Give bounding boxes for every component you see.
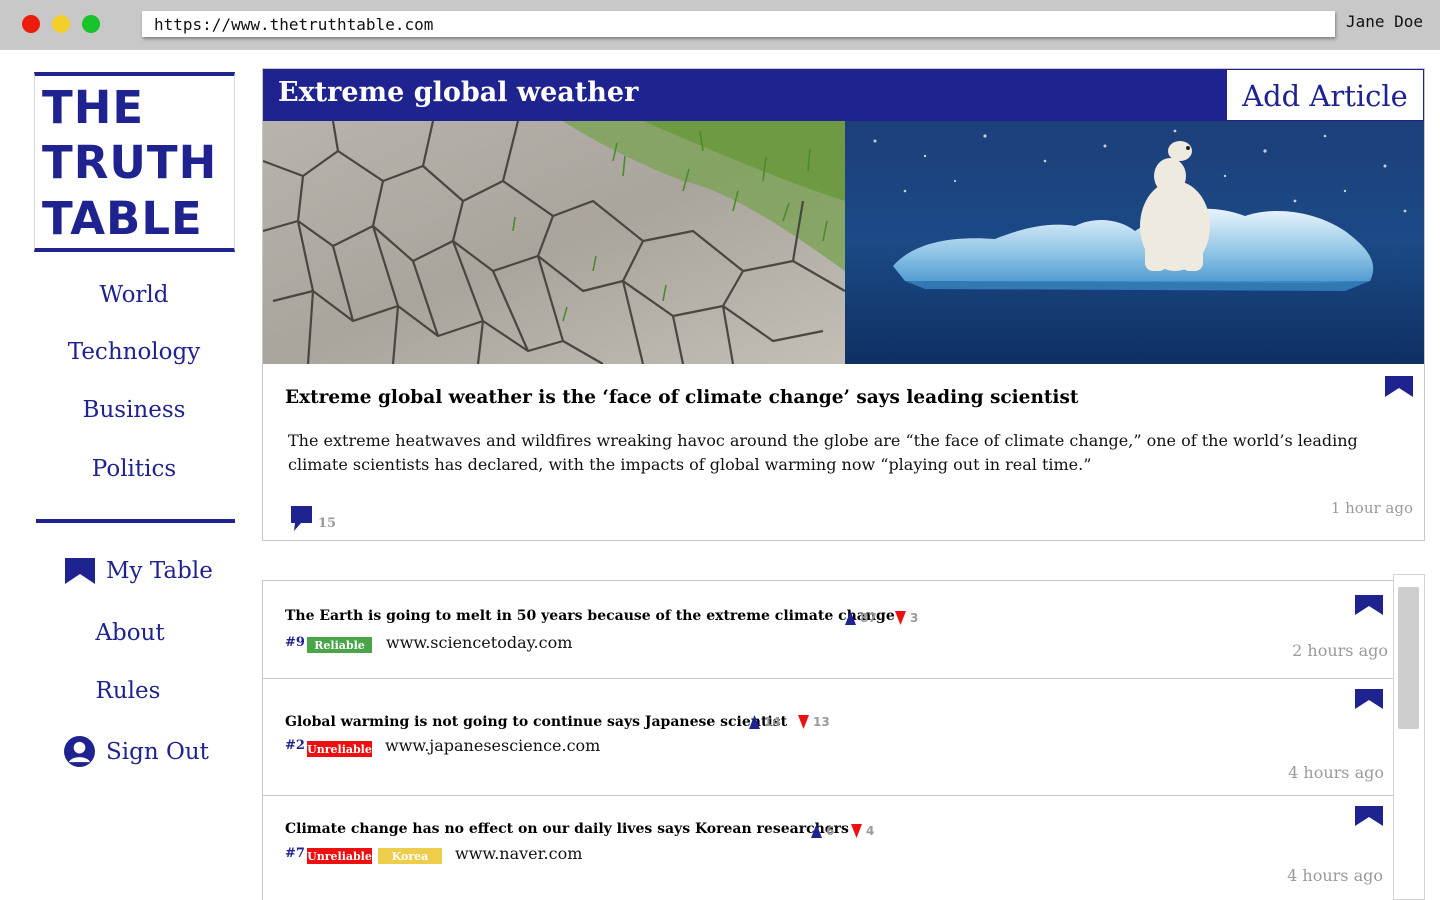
downvote-count: 3 xyxy=(910,611,919,625)
bookmark-icon xyxy=(65,558,95,584)
reliability-badge: Unreliable xyxy=(307,848,372,864)
downvote-count: 4 xyxy=(866,824,875,838)
nav-about[interactable]: About xyxy=(30,620,230,646)
upvote-count: 6 xyxy=(826,824,835,838)
feature-comments[interactable]: 15 xyxy=(291,506,336,531)
list-scrollbar[interactable] xyxy=(1393,574,1425,900)
article-rank: #9 xyxy=(285,635,305,650)
add-article-button[interactable]: Add Article xyxy=(1226,69,1424,121)
nav-technology[interactable]: Technology xyxy=(34,339,234,365)
comment-count: 15 xyxy=(318,516,337,531)
article-title[interactable]: Global warming is not going to continue … xyxy=(285,714,787,730)
upvote-button[interactable]: 87 xyxy=(845,611,877,625)
minimize-window-button[interactable] xyxy=(52,15,70,33)
logo-line-1: THE xyxy=(42,81,145,134)
article-timestamp: 2 hours ago xyxy=(1292,641,1388,660)
upvote-count: 87 xyxy=(860,611,877,625)
nav-sign-out-label: Sign Out xyxy=(106,738,209,765)
nav-politics[interactable]: Politics xyxy=(34,456,234,482)
user-icon xyxy=(64,736,95,767)
address-bar[interactable]: https://www.thetruthtable.com xyxy=(142,11,1335,37)
upvote-arrow-icon xyxy=(749,715,760,729)
article-source[interactable]: www.naver.com xyxy=(455,844,582,863)
upvote-button[interactable]: 14 xyxy=(749,715,781,729)
upvote-count: 14 xyxy=(764,715,781,729)
article-title[interactable]: Climate change has no effect on our dail… xyxy=(285,821,849,837)
drought-cracked-earth-image xyxy=(263,121,845,364)
comment-icon xyxy=(291,506,312,531)
article-row[interactable]: The Earth is going to melt in 50 years b… xyxy=(263,581,1394,679)
logo-line-2: TRUTH xyxy=(42,136,218,189)
nav-sign-out[interactable]: Sign Out xyxy=(64,736,209,767)
featured-story: Extreme global weather Add Article Extre… xyxy=(262,68,1425,541)
close-window-button[interactable] xyxy=(22,15,40,33)
article-source[interactable]: www.sciencetoday.com xyxy=(386,633,572,652)
feature-headline[interactable]: Extreme global weather is the ‘face of c… xyxy=(285,387,1078,408)
article-rank: #7 xyxy=(285,846,305,861)
reliability-badge: Reliable xyxy=(307,637,372,653)
section-header: Extreme global weather Add Article xyxy=(263,69,1424,121)
site-logo[interactable]: THE TRUTH TABLE xyxy=(34,72,235,252)
feature-timestamp: 1 hour ago xyxy=(1330,499,1413,517)
article-timestamp: 4 hours ago xyxy=(1288,763,1384,782)
article-row[interactable]: Global warming is not going to continue … xyxy=(263,679,1394,796)
nav-rules[interactable]: Rules xyxy=(28,678,228,704)
scrollbar-thumb[interactable] xyxy=(1398,587,1419,729)
bookmark-icon[interactable] xyxy=(1355,595,1383,615)
article-row[interactable]: Climate change has no effect on our dail… xyxy=(263,796,1394,900)
downvote-button[interactable]: 13 xyxy=(798,715,830,729)
polar-bear-iceberg-image xyxy=(845,121,1424,364)
nav-my-table-label: My Table xyxy=(106,558,213,584)
article-timestamp: 4 hours ago xyxy=(1287,866,1383,885)
article-rank: #2 xyxy=(285,738,305,753)
reliability-badge: Unreliable xyxy=(307,741,372,757)
bookmark-icon[interactable] xyxy=(1355,806,1383,826)
region-tag-badge[interactable]: Korea xyxy=(378,848,442,864)
user-name[interactable]: Jane Doe xyxy=(1346,12,1423,31)
upvote-button[interactable]: 6 xyxy=(811,824,834,838)
section-title: Extreme global weather xyxy=(278,77,639,108)
nav-world[interactable]: World xyxy=(34,282,234,308)
downvote-button[interactable]: 3 xyxy=(895,611,918,625)
article-source[interactable]: www.japanesescience.com xyxy=(385,736,600,755)
downvote-arrow-icon xyxy=(895,611,906,625)
feature-summary: The extreme heatwaves and wildfires wrea… xyxy=(288,431,1358,474)
upvote-arrow-icon xyxy=(845,611,856,625)
downvote-count: 13 xyxy=(813,715,830,729)
nav-my-table[interactable]: My Table xyxy=(65,558,213,584)
maximize-window-button[interactable] xyxy=(82,15,100,33)
downvote-arrow-icon xyxy=(851,824,862,838)
article-list: The Earth is going to melt in 50 years b… xyxy=(262,580,1425,900)
browser-toolbar: https://www.thetruthtable.com Jane Doe xyxy=(0,0,1440,50)
downvote-button[interactable]: 4 xyxy=(851,824,874,838)
bookmark-icon[interactable] xyxy=(1355,689,1383,709)
article-title[interactable]: The Earth is going to melt in 50 years b… xyxy=(285,608,895,624)
downvote-arrow-icon xyxy=(798,715,809,729)
logo-line-3: TABLE xyxy=(42,192,203,245)
bookmark-icon[interactable] xyxy=(1385,376,1413,397)
nav-divider xyxy=(36,519,235,523)
upvote-arrow-icon xyxy=(811,824,822,838)
nav-business[interactable]: Business xyxy=(34,397,234,423)
